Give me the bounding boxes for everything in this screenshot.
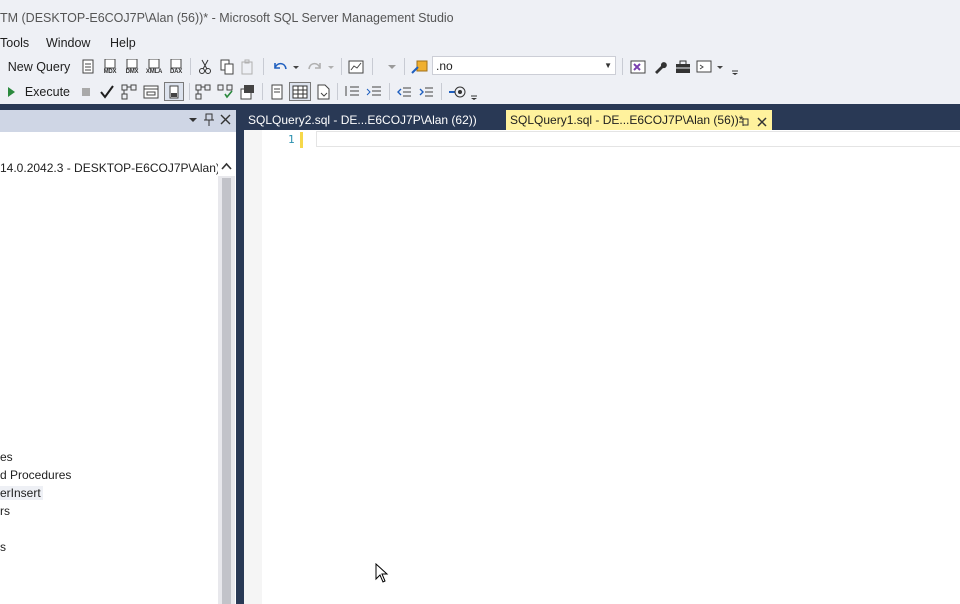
dax-label: DAX (169, 68, 183, 75)
intellisense-toggle-icon[interactable] (164, 82, 184, 101)
actual-plan-icon[interactable] (194, 82, 212, 101)
specify-template-values-icon[interactable] (446, 82, 468, 101)
change-marker (300, 132, 303, 148)
vertical-scrollbar[interactable] (218, 158, 235, 604)
stop-icon[interactable] (79, 82, 93, 101)
database-value: .no (436, 59, 453, 73)
server-node[interactable]: 14.0.2042.3 - DESKTOP-E6COJ7P\Alan) (0, 161, 220, 175)
toolbar-separator (341, 58, 342, 75)
toolbar-separator (441, 83, 442, 100)
toolbar-separator (189, 83, 190, 100)
client-statistics-icon[interactable] (238, 82, 256, 101)
dmx-label: DMX (125, 68, 139, 75)
toolbox-icon[interactable] (673, 57, 693, 76)
mdx-label: MDX (103, 68, 117, 75)
tree-item[interactable]: es (0, 450, 13, 464)
comment-out-icon[interactable] (343, 82, 361, 101)
undo-icon[interactable] (270, 57, 300, 76)
visual-studio-icon[interactable] (628, 57, 648, 76)
execute-button[interactable]: Execute (6, 82, 70, 101)
tab-sqlquery2[interactable]: SQLQuery2.sql - DE...E6COJ7P\Alan (62)) (244, 110, 494, 130)
change-connection-icon[interactable] (409, 57, 429, 76)
redo-icon[interactable] (305, 57, 335, 76)
toolbar-separator (337, 83, 338, 100)
copy-icon[interactable] (218, 57, 236, 76)
object-explorer-tree: 14.0.2042.3 - DESKTOP-E6COJ7P\Alan) es d… (0, 132, 236, 604)
toolbar1-extra (622, 54, 960, 79)
tree-item[interactable]: d Procedures (0, 468, 71, 482)
tree-item-selected[interactable]: erInsert (0, 486, 43, 500)
scroll-up-button[interactable] (218, 158, 235, 176)
toolbar-separator (389, 83, 390, 100)
tree-item[interactable]: s (0, 540, 6, 554)
mouse-cursor-icon (375, 562, 389, 586)
wrench-icon[interactable] (650, 57, 670, 76)
command-window-icon[interactable] (695, 57, 725, 76)
available-databases-combo[interactable]: .no ▼ (432, 56, 616, 75)
estimated-plan-icon[interactable] (120, 82, 138, 101)
toolbar-separator (372, 58, 373, 75)
mdx-query-icon[interactable]: MDX (100, 57, 120, 76)
new-query-button[interactable]: New Query (0, 57, 71, 76)
parse-checkmark-icon[interactable] (98, 82, 116, 101)
sql-editor-toolbar: Execute (0, 79, 960, 104)
play-icon (8, 86, 15, 97)
pin-icon[interactable] (203, 113, 215, 130)
tab-sqlquery1[interactable]: SQLQuery1.sql - DE...E6COJ7P\Alan (56))* (506, 110, 772, 130)
dax-query-icon[interactable]: DAX (166, 57, 186, 76)
title-bar: TM (DESKTOP-E6COJ7P\Alan (56))* - Micros… (0, 0, 960, 34)
window-title: TM (DESKTOP-E6COJ7P\Alan (56))* - Micros… (0, 11, 454, 25)
line-number: 1 (288, 133, 295, 146)
results-to-file-icon[interactable] (314, 82, 332, 101)
uncomment-icon[interactable] (365, 82, 383, 101)
chevron-down-icon[interactable]: ▼ (604, 61, 612, 70)
cut-icon[interactable] (196, 57, 214, 76)
menu-tools[interactable]: Tools (0, 34, 29, 52)
editor-margin (244, 130, 262, 604)
window-position-dropdown-icon[interactable] (188, 114, 198, 128)
xmla-label: XMLA (145, 68, 163, 75)
tab-label: SQLQuery1.sql - DE...E6COJ7P\Alan (56))* (510, 113, 744, 127)
decrease-indent-icon[interactable] (395, 82, 413, 101)
toolbar-separator (262, 83, 263, 100)
object-explorer-header (0, 110, 236, 132)
results-to-grid-icon[interactable] (289, 82, 311, 101)
activity-monitor-icon[interactable] (346, 57, 366, 76)
tab-label: SQLQuery2.sql - DE...E6COJ7P\Alan (62)) (248, 113, 477, 127)
toolbar-separator (263, 58, 264, 75)
xmla-query-icon[interactable]: XMLA (143, 57, 165, 76)
toolbar-separator (404, 58, 405, 75)
results-to-text-icon[interactable] (268, 82, 286, 101)
scroll-thumb[interactable] (222, 178, 231, 604)
dropdown-arrow-icon[interactable] (384, 57, 400, 76)
toolbar-overflow-icon[interactable] (729, 57, 741, 76)
live-statistics-icon[interactable] (216, 82, 234, 101)
new-query-label: New Query (7, 59, 71, 74)
toolbar-separator (190, 58, 191, 75)
current-line-highlight[interactable] (316, 131, 960, 147)
close-icon[interactable] (220, 114, 231, 128)
menu-help[interactable]: Help (110, 34, 136, 52)
increase-indent-icon[interactable] (417, 82, 435, 101)
document-tab-strip: SQLQuery2.sql - DE...E6COJ7P\Alan (62)) … (244, 110, 960, 130)
paste-icon[interactable] (238, 57, 256, 76)
dmx-query-icon[interactable]: DMX (122, 57, 142, 76)
menu-window[interactable]: Window (46, 34, 90, 52)
panel-splitter[interactable] (236, 110, 244, 604)
query-editor[interactable]: 1 (244, 130, 960, 604)
menu-bar: Tools Window Help (0, 34, 960, 54)
toolbar-overflow-icon[interactable] (468, 82, 480, 101)
tree-item[interactable]: rs (0, 504, 10, 518)
execute-label: Execute (24, 84, 70, 99)
database-engine-query-icon[interactable] (79, 57, 97, 76)
query-options-icon[interactable] (142, 82, 160, 101)
toolbar-separator (622, 58, 623, 75)
